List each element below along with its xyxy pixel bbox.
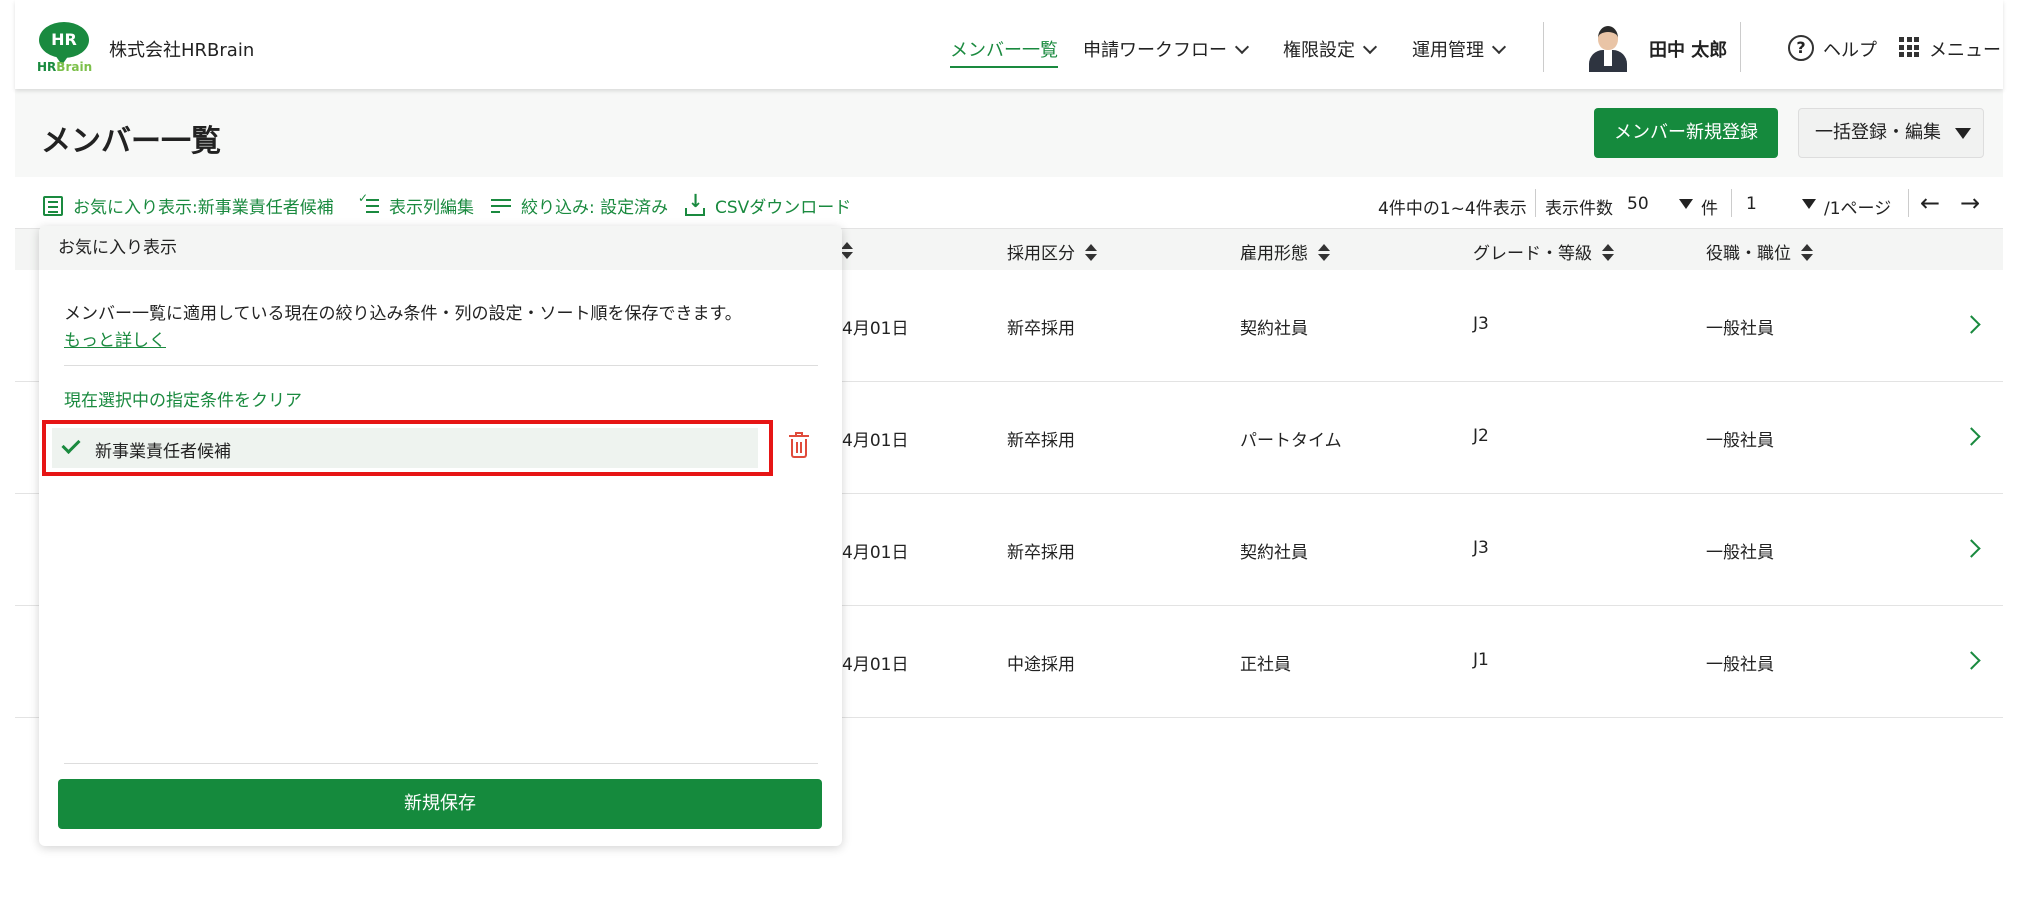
cell-position: 一般社員	[1706, 319, 1774, 339]
cell-date: 4月01日	[842, 543, 909, 563]
cell-employment: 契約社員	[1240, 543, 1308, 563]
next-page-button[interactable]: →	[1960, 189, 1980, 217]
avatar[interactable]	[1585, 24, 1629, 72]
cell-hire-type: 中途採用	[1007, 655, 1075, 675]
prev-page-button[interactable]: ←	[1920, 189, 1940, 217]
column-header-grade[interactable]: グレード・等級	[1473, 239, 1614, 264]
cell-date: 4月01日	[842, 431, 909, 451]
list-icon	[43, 195, 63, 216]
cell-hire-type: 新卒採用	[1007, 431, 1075, 451]
caret-down-icon	[1955, 128, 1971, 139]
cell-date: 4月01日	[842, 655, 909, 675]
page-title: メンバー一覧	[41, 124, 221, 159]
favorite-item[interactable]: 新事業責任者候補	[42, 420, 773, 476]
chevron-right-icon[interactable]	[1962, 651, 1981, 670]
help-icon[interactable]: ?	[1788, 35, 1814, 61]
column-header-position[interactable]: 役職・職位	[1706, 239, 1813, 264]
favorites-popup: お気に入り表示 メンバー一覧に適用している現在の絞り込み条件・列の設定・ソート順…	[39, 226, 842, 846]
per-page-label: 表示件数	[1545, 199, 1613, 219]
menu-link[interactable]: メニュー	[1929, 36, 2001, 62]
cell-employment: 正社員	[1240, 655, 1291, 675]
caret-down-icon[interactable]	[1679, 199, 1693, 209]
popup-description: メンバー一覧に適用している現在の絞り込み条件・列の設定・ソート順を保存できます。	[64, 304, 742, 324]
header-divider	[1543, 22, 1544, 72]
cell-grade: J3	[1473, 538, 1489, 558]
trash-icon[interactable]	[787, 432, 811, 460]
filter-button[interactable]: 絞り込み: 設定済み	[491, 193, 668, 218]
chevron-right-icon[interactable]	[1962, 539, 1981, 558]
popup-divider	[64, 763, 818, 764]
filter-icon	[491, 196, 511, 216]
bulk-edit-button[interactable]: 一括登録・編集	[1798, 108, 1984, 158]
cell-position: 一般社員	[1706, 543, 1774, 563]
save-new-button[interactable]: 新規保存	[58, 779, 822, 829]
page-select[interactable]: 1	[1746, 194, 1757, 214]
new-member-button[interactable]: メンバー新規登録	[1594, 108, 1778, 158]
app-header: HR HRBrain 株式会社HRBrain メンバー一覧 申請ワークフロー 権…	[15, 0, 2003, 89]
sort-icon	[1318, 244, 1330, 262]
cell-position: 一般社員	[1706, 431, 1774, 451]
popup-divider	[64, 365, 818, 366]
cell-employment: 契約社員	[1240, 319, 1308, 339]
hrbrain-logo[interactable]: HR HRBrain	[37, 22, 93, 74]
cell-position: 一般社員	[1706, 655, 1774, 675]
cell-grade: J1	[1473, 650, 1489, 670]
cell-hire-type: 新卒採用	[1007, 319, 1075, 339]
user-name[interactable]: 田中 太郎	[1649, 36, 1727, 62]
nav-members[interactable]: メンバー一覧	[950, 36, 1058, 68]
cell-employment: パートタイム	[1240, 431, 1342, 451]
chevron-down-icon	[1362, 39, 1378, 55]
csv-download-button[interactable]: CSVダウンロード	[685, 191, 851, 218]
sort-icon	[1801, 244, 1813, 262]
sort-icon	[1085, 244, 1097, 262]
caret-down-icon[interactable]	[1802, 199, 1816, 209]
download-icon	[685, 191, 705, 216]
logo-bubble: HR	[39, 22, 89, 65]
favorites-button[interactable]: お気に入り表示:新事業責任者候補	[43, 193, 334, 218]
sort-icon[interactable]	[841, 242, 853, 260]
check-icon	[61, 434, 81, 455]
chevron-down-icon	[1491, 39, 1507, 55]
nav-permissions[interactable]: 権限設定	[1283, 36, 1378, 62]
clear-selection-link[interactable]: 現在選択中の指定条件をクリア	[64, 386, 302, 411]
learn-more-link[interactable]: もっと詳しく	[64, 326, 166, 351]
header-divider	[1740, 22, 1741, 72]
result-count: 4件中の1~4件表示	[1378, 199, 1527, 219]
favorite-item-label: 新事業責任者候補	[95, 442, 231, 462]
edit-columns-button[interactable]: 表示列編集	[358, 192, 474, 219]
per-page-select[interactable]: 50	[1627, 194, 1649, 214]
per-page-unit: 件	[1701, 199, 1718, 219]
nav-workflow[interactable]: 申請ワークフロー	[1083, 36, 1250, 62]
company-name: 株式会社HRBrain	[109, 40, 255, 61]
grid-menu-icon[interactable]	[1899, 37, 1919, 57]
cell-date: 4月01日	[842, 319, 909, 339]
checklist-icon	[358, 192, 379, 216]
column-header-hire-type[interactable]: 採用区分	[1007, 239, 1097, 264]
page-total: /1ページ	[1824, 199, 1892, 219]
column-header-employment[interactable]: 雇用形態	[1240, 239, 1330, 264]
popup-title: お気に入り表示	[39, 226, 842, 270]
cell-grade: J3	[1473, 314, 1489, 334]
help-link[interactable]: ヘルプ	[1823, 36, 1877, 62]
chevron-down-icon	[1234, 39, 1250, 55]
chevron-right-icon[interactable]	[1962, 315, 1981, 334]
logo-wordmark: HRBrain	[37, 60, 93, 74]
cell-grade: J2	[1473, 426, 1489, 446]
list-toolbar: お気に入り表示:新事業責任者候補 表示列編集 絞り込み: 設定済み CSVダウン…	[15, 177, 2003, 229]
chevron-right-icon[interactable]	[1962, 427, 1981, 446]
nav-operations[interactable]: 運用管理	[1412, 36, 1507, 62]
cell-hire-type: 新卒採用	[1007, 543, 1075, 563]
page-title-bar: メンバー一覧 メンバー新規登録 一括登録・編集	[15, 89, 2003, 177]
sort-icon	[1602, 244, 1614, 262]
